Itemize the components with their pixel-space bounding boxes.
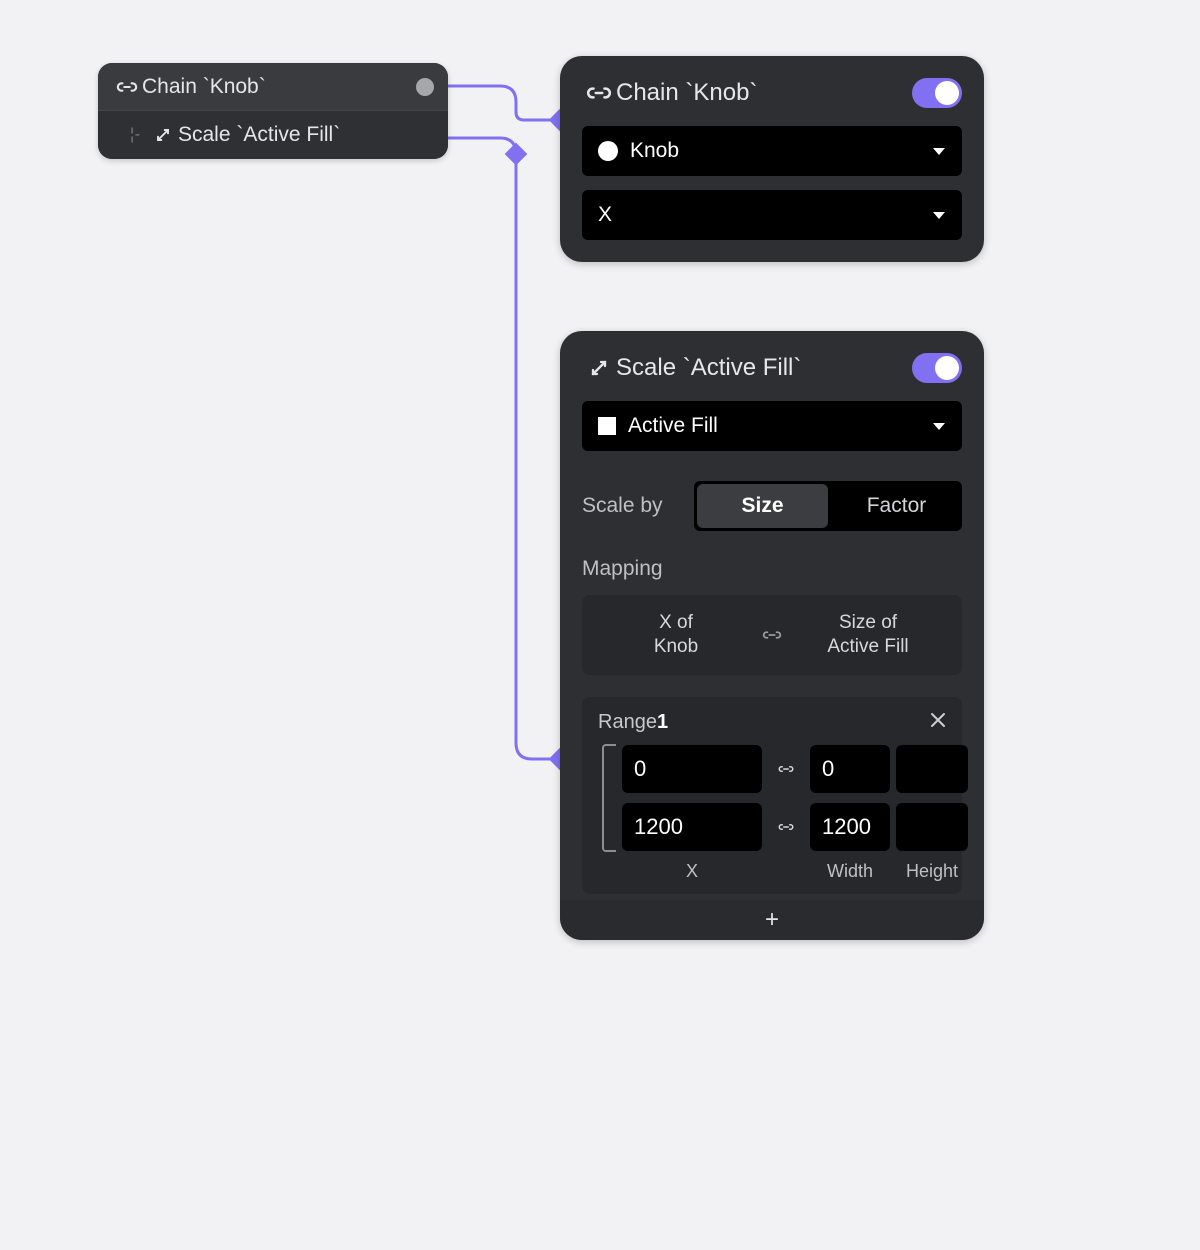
mapping-target-line1: Size of — [792, 611, 944, 635]
range-in-0[interactable]: 0 — [622, 745, 762, 793]
chain-enabled-toggle[interactable] — [912, 78, 962, 108]
range-title-index: 1 — [657, 711, 668, 733]
scale-by-segmented: Size Factor — [694, 481, 962, 531]
status-dot-icon — [416, 78, 434, 96]
bracket-icon — [602, 744, 616, 852]
scale-panel-title: Scale `Active Fill` — [616, 354, 912, 382]
plus-icon: + — [765, 906, 779, 934]
close-icon[interactable] — [930, 711, 946, 734]
scale-icon — [582, 356, 616, 380]
circle-icon — [598, 141, 618, 161]
link-icon — [768, 818, 804, 836]
tree-guide-icon: ¦ - — [122, 111, 146, 159]
mapping-target: Size of Active Fill — [792, 611, 944, 659]
range-outw-0[interactable]: 0 — [810, 745, 890, 793]
scale-target-label: Active Fill — [628, 414, 718, 438]
scale-by-option-size[interactable]: Size — [697, 484, 828, 528]
square-icon — [598, 417, 616, 435]
tree-row-scale-label: Scale `Active Fill` — [178, 123, 434, 147]
mapping-source-line2: Knob — [600, 635, 752, 659]
chain-target-dropdown[interactable]: Knob — [582, 126, 962, 176]
chain-icon — [112, 76, 142, 98]
chain-panel-title: Chain `Knob` — [616, 79, 912, 107]
range-col-outh: Height — [896, 861, 968, 882]
range-block: Range1 0 0 1200 1200 X Width Heig — [582, 697, 962, 894]
link-icon — [768, 760, 804, 778]
mapping-section-label: Mapping — [582, 557, 962, 581]
scale-by-option-factor[interactable]: Factor — [831, 481, 962, 531]
tree-row-scale[interactable]: ¦ - Scale `Active Fill` — [98, 111, 448, 159]
chain-icon — [582, 80, 616, 106]
mapping-source: X of Knob — [600, 611, 752, 659]
chain-panel: Chain `Knob` Knob X — [560, 56, 984, 262]
chevron-down-icon — [932, 203, 946, 227]
chevron-down-icon — [932, 139, 946, 163]
add-range-button[interactable]: + — [560, 900, 984, 940]
range-in-1[interactable]: 1200 — [622, 803, 762, 851]
range-title: Range1 — [598, 711, 668, 734]
scale-enabled-toggle[interactable] — [912, 353, 962, 383]
chain-target-label: Knob — [630, 139, 679, 163]
scale-panel: Scale `Active Fill` Active Fill Scale by… — [560, 331, 984, 940]
tree-row-chain[interactable]: Chain `Knob` — [98, 63, 448, 111]
scale-by-label: Scale by — [582, 494, 694, 518]
action-tree: Chain `Knob` ¦ - Scale `Active Fill` — [98, 63, 448, 159]
scale-icon — [148, 125, 178, 145]
range-col-in: X — [622, 861, 762, 882]
mapping-target-line2: Active Fill — [792, 635, 944, 659]
tree-row-chain-label: Chain `Knob` — [142, 75, 416, 99]
link-icon — [752, 624, 792, 646]
range-outh-0[interactable] — [896, 745, 968, 793]
scale-target-dropdown[interactable]: Active Fill — [582, 401, 962, 451]
range-title-prefix: Range — [598, 711, 657, 733]
chain-axis-dropdown[interactable]: X — [582, 190, 962, 240]
range-outh-1[interactable] — [896, 803, 968, 851]
chevron-down-icon — [932, 414, 946, 438]
range-outw-1[interactable]: 1200 — [810, 803, 890, 851]
mapping-block: X of Knob Size of Active Fill — [582, 595, 962, 675]
chain-axis-label: X — [598, 203, 612, 227]
mapping-source-line1: X of — [600, 611, 752, 635]
range-col-outw: Width — [810, 861, 890, 882]
